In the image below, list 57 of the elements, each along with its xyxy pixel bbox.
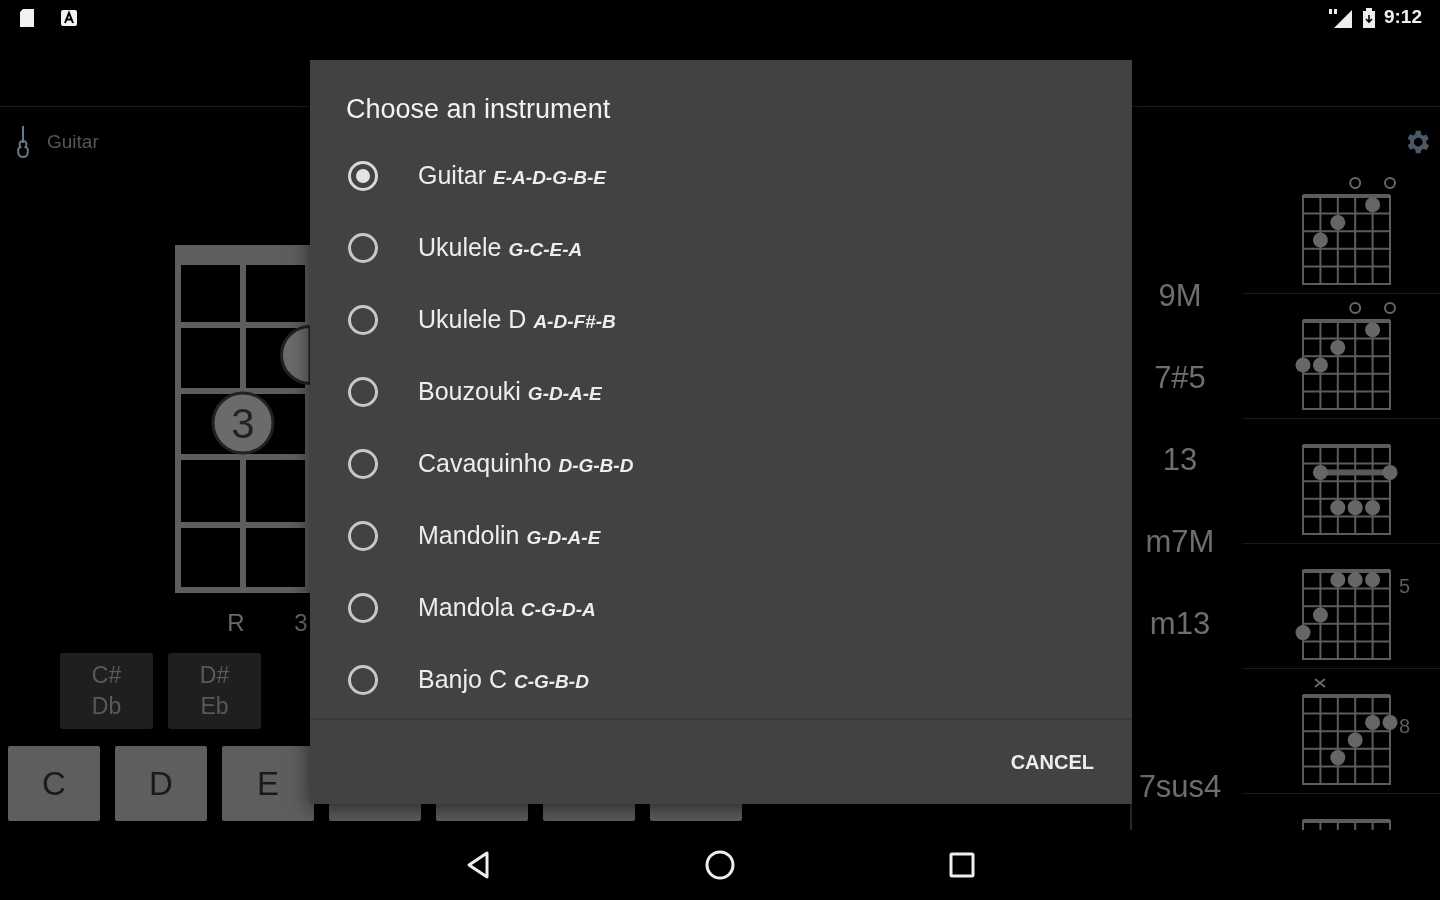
note-key[interactable]: C	[8, 746, 100, 821]
instrument-name: Bouzouki	[418, 376, 521, 408]
sd-card-icon	[18, 7, 36, 28]
radio-button[interactable]	[348, 593, 378, 623]
chord-name[interactable]: m13	[1149, 600, 1211, 648]
radio-button[interactable]	[348, 233, 378, 263]
finger-marker: 3	[211, 391, 275, 455]
radio-button[interactable]	[348, 449, 378, 479]
tuning-label: G-D-A-E	[526, 525, 601, 550]
font-icon	[60, 8, 78, 27]
tuning-label: C-G-D-A	[520, 597, 596, 622]
radio-button[interactable]	[348, 305, 378, 335]
chord-name[interactable]: m7M	[1145, 518, 1215, 566]
instrument-option[interactable]: Mandola C-G-D-A	[310, 572, 1132, 644]
radio-button[interactable]	[348, 665, 378, 695]
cellular-signal-icon	[1327, 6, 1354, 29]
instrument-option[interactable]: Ukulele G-C-E-A	[310, 212, 1132, 284]
chord-name[interactable]: 7#5	[1154, 354, 1206, 402]
clock-time: 9:12	[1383, 5, 1422, 30]
interval-label: R	[226, 608, 246, 638]
interval-label: 3	[293, 608, 309, 638]
fret-number: 8	[1399, 714, 1411, 735]
note-key[interactable]: E	[222, 746, 314, 821]
chord-name[interactable]: 13	[1162, 436, 1198, 484]
cancel-button[interactable]: CANCEL	[1008, 741, 1096, 783]
note-key[interactable]: D	[115, 746, 207, 821]
instrument-name: Ukulele	[418, 232, 502, 264]
instrument-option[interactable]: Mandolin G-D-A-E	[310, 500, 1132, 572]
instrument-name: Guitar	[418, 160, 487, 192]
instrument-label[interactable]: Guitar	[47, 127, 99, 157]
instrument-option[interactable]: Banjo C C-G-B-D	[310, 644, 1132, 716]
fret-number: 5	[1399, 574, 1411, 595]
instrument-option[interactable]: Bouzouki G-D-A-E	[310, 356, 1132, 428]
chord-name[interactable]: 7sus4	[1132, 763, 1228, 810]
tuning-label: C-G-B-D	[513, 669, 589, 694]
tuning-label: E-A-D-G-B-E	[493, 165, 607, 190]
instrument-option[interactable]: Ukulele D A-D-F#-B	[310, 284, 1132, 356]
sharp-note-key[interactable]: D# Eb	[168, 653, 261, 729]
guitar-icon	[15, 125, 31, 159]
tuning-label: A-D-F#-B	[533, 309, 616, 334]
instrument-name: Cavaquinho	[418, 448, 552, 480]
instrument-name: Banjo C	[418, 664, 507, 696]
instrument-option[interactable]: Cavaquinho D-G-B-D	[310, 428, 1132, 500]
tuning-label: G-C-E-A	[508, 237, 583, 262]
instrument-option[interactable]: Guitar E-A-D-G-B-E	[310, 140, 1132, 212]
sharp-note-key[interactable]: C# Db	[60, 653, 153, 729]
radio-button[interactable]	[348, 521, 378, 551]
tuning-label: D-G-B-D	[558, 453, 634, 478]
radio-button[interactable]	[348, 377, 378, 407]
instrument-name: Mandola	[418, 592, 514, 624]
radio-button[interactable]	[348, 161, 378, 191]
battery-icon	[1361, 6, 1376, 29]
dialog-title: Choose an instrument	[346, 93, 611, 126]
chord-name[interactable]: 9M	[1158, 272, 1202, 320]
instrument-name: Mandolin	[418, 520, 520, 552]
instrument-name: Ukulele D	[418, 304, 527, 336]
tuning-label: G-D-A-E	[527, 381, 602, 406]
